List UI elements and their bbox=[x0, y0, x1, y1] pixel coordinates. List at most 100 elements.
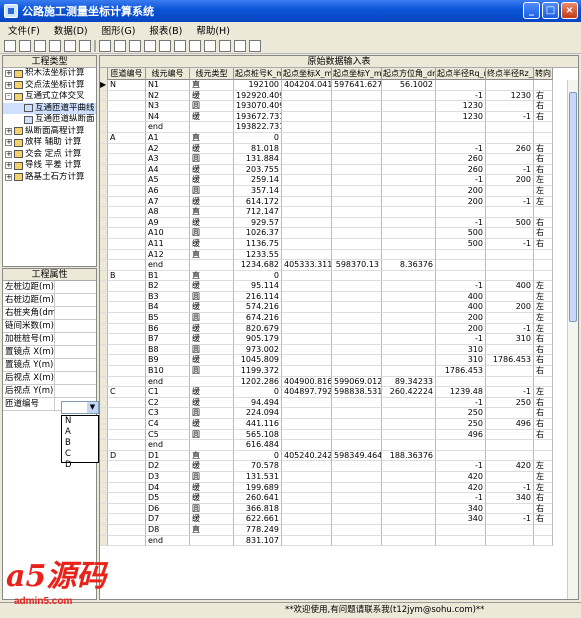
table-row[interactable]: B6 缓 820.679 200 -1 左 bbox=[100, 323, 553, 335]
table-cell[interactable] bbox=[382, 344, 436, 356]
table-cell[interactable] bbox=[108, 111, 146, 123]
table-cell[interactable] bbox=[486, 101, 534, 112]
table-cell[interactable]: 405240.242 bbox=[282, 450, 332, 462]
table-cell[interactable] bbox=[382, 366, 436, 377]
table-cell[interactable]: C4 bbox=[146, 419, 190, 430]
table-cell[interactable]: 310 bbox=[486, 334, 534, 345]
table-cell[interactable]: 614.172 bbox=[234, 196, 282, 208]
table-cell[interactable]: 929.57 bbox=[234, 217, 282, 229]
settings-icon[interactable] bbox=[189, 39, 201, 52]
table-cell[interactable]: 250 bbox=[436, 408, 486, 419]
table-cell[interactable]: N2 bbox=[146, 90, 190, 102]
table-cell[interactable] bbox=[332, 440, 382, 451]
table-row[interactable]: B4 缓 574.216 400 200 左 bbox=[100, 302, 553, 314]
expand-icon[interactable]: + bbox=[5, 70, 12, 78]
table-cell[interactable] bbox=[382, 440, 436, 451]
table-cell[interactable] bbox=[486, 291, 534, 303]
dropdown-option[interactable]: N bbox=[62, 416, 98, 427]
table-cell[interactable] bbox=[108, 217, 146, 229]
table-cell[interactable]: 1199.372 bbox=[234, 366, 282, 377]
table-row[interactable]: C3 圆 224.094 250 右 bbox=[100, 408, 553, 419]
column-header[interactable]: 起点桩号K_m bbox=[234, 68, 282, 80]
table-cell[interactable] bbox=[436, 132, 486, 144]
table-row[interactable]: end 193822.731 bbox=[100, 122, 553, 133]
table-cell[interactable]: 缓 bbox=[190, 111, 234, 123]
export-icon[interactable] bbox=[79, 39, 91, 52]
property-value[interactable] bbox=[55, 333, 96, 345]
table-cell[interactable] bbox=[382, 217, 436, 229]
table-cell[interactable] bbox=[534, 207, 553, 218]
table-cell[interactable]: 左 bbox=[534, 387, 553, 398]
table-row[interactable]: B9 缓 1045.809 310 1786.453 右 bbox=[100, 355, 553, 367]
table-cell[interactable]: 905.179 bbox=[234, 334, 282, 345]
row-selector[interactable] bbox=[100, 493, 108, 504]
table-row[interactable]: A7 缓 614.172 200 -1 左 bbox=[100, 196, 553, 208]
table-cell[interactable] bbox=[332, 111, 382, 123]
table-cell[interactable]: 598349.464 bbox=[332, 450, 382, 462]
tree-item[interactable]: + 交会 定点 计算 bbox=[3, 149, 96, 161]
table-cell[interactable]: 右 bbox=[534, 344, 553, 356]
table-cell[interactable] bbox=[332, 524, 382, 536]
table-cell[interactable] bbox=[282, 461, 332, 472]
row-selector[interactable] bbox=[100, 196, 108, 208]
table-row[interactable]: end 616.484 bbox=[100, 440, 553, 451]
row-selector[interactable] bbox=[100, 270, 108, 282]
table-cell[interactable] bbox=[436, 450, 486, 462]
table-cell[interactable]: 404204.041 bbox=[282, 80, 332, 91]
property-value[interactable] bbox=[55, 359, 96, 371]
tree-item[interactable]: + 路基土石方计算 bbox=[3, 172, 96, 184]
property-value[interactable] bbox=[55, 307, 96, 319]
table-cell[interactable] bbox=[332, 238, 382, 250]
table-cell[interactable] bbox=[282, 535, 332, 547]
table-cell[interactable]: -1 bbox=[436, 143, 486, 155]
expand-icon[interactable]: + bbox=[5, 139, 12, 147]
table-row[interactable]: D4 缓 199.689 420 -1 左 bbox=[100, 482, 553, 494]
table-cell[interactable]: 右 bbox=[534, 397, 553, 409]
table-cell[interactable]: 左 bbox=[534, 291, 553, 303]
table-cell[interactable]: 70.578 bbox=[234, 461, 282, 472]
row-selector[interactable] bbox=[100, 132, 108, 144]
table-cell[interactable]: 420 bbox=[436, 471, 486, 483]
table-cell[interactable]: 224.094 bbox=[234, 408, 282, 419]
table-cell[interactable]: 左 bbox=[534, 185, 553, 197]
table-row[interactable]: B3 圆 216.114 400 左 bbox=[100, 291, 553, 303]
table-cell[interactable]: N bbox=[108, 80, 146, 91]
menu-report[interactable]: 报表(B) bbox=[149, 23, 182, 37]
table-cell[interactable]: end bbox=[146, 376, 190, 388]
row-selector[interactable] bbox=[100, 461, 108, 472]
table-cell[interactable]: 420 bbox=[486, 461, 534, 472]
table-row[interactable]: D3 圆 131.531 420 左 bbox=[100, 471, 553, 483]
table-cell[interactable] bbox=[436, 376, 486, 388]
table-cell[interactable]: 8.36376 bbox=[382, 260, 436, 271]
exit-icon[interactable] bbox=[249, 39, 261, 52]
row-selector[interactable] bbox=[100, 334, 108, 345]
table-cell[interactable]: 缓 bbox=[190, 514, 234, 525]
row-selector[interactable] bbox=[100, 154, 108, 165]
row-selector[interactable] bbox=[100, 366, 108, 377]
column-header[interactable]: 线元类型 bbox=[190, 68, 234, 80]
table-row[interactable]: A12 直 1233.55 bbox=[100, 249, 553, 261]
table-cell[interactable]: 188.36376 bbox=[382, 450, 436, 462]
table-cell[interactable] bbox=[332, 429, 382, 441]
table-cell[interactable] bbox=[282, 196, 332, 208]
property-value[interactable] bbox=[55, 346, 96, 358]
table-cell[interactable]: 缓 bbox=[190, 397, 234, 409]
table-cell[interactable]: 500 bbox=[436, 238, 486, 250]
table-cell[interactable] bbox=[382, 238, 436, 250]
table-cell[interactable]: 圆 bbox=[190, 154, 234, 165]
table-cell[interactable]: 420 bbox=[436, 482, 486, 494]
table-row[interactable]: D6 圆 366.818 340 右 bbox=[100, 503, 553, 515]
property-value[interactable] bbox=[55, 294, 96, 306]
table-cell[interactable]: -1 bbox=[436, 281, 486, 292]
table-cell[interactable] bbox=[486, 228, 534, 239]
table-row[interactable]: N4 缓 193672.731 1230 -1 右 bbox=[100, 111, 553, 123]
table-cell[interactable] bbox=[108, 291, 146, 303]
row-selector[interactable] bbox=[100, 90, 108, 102]
table-cell[interactable] bbox=[108, 461, 146, 472]
table-cell[interactable] bbox=[382, 132, 436, 144]
row-selector[interactable] bbox=[100, 471, 108, 483]
table-cell[interactable]: 56.1002 bbox=[382, 80, 436, 91]
table-cell[interactable]: A7 bbox=[146, 196, 190, 208]
table-cell[interactable] bbox=[486, 429, 534, 441]
table-cell[interactable] bbox=[108, 196, 146, 208]
